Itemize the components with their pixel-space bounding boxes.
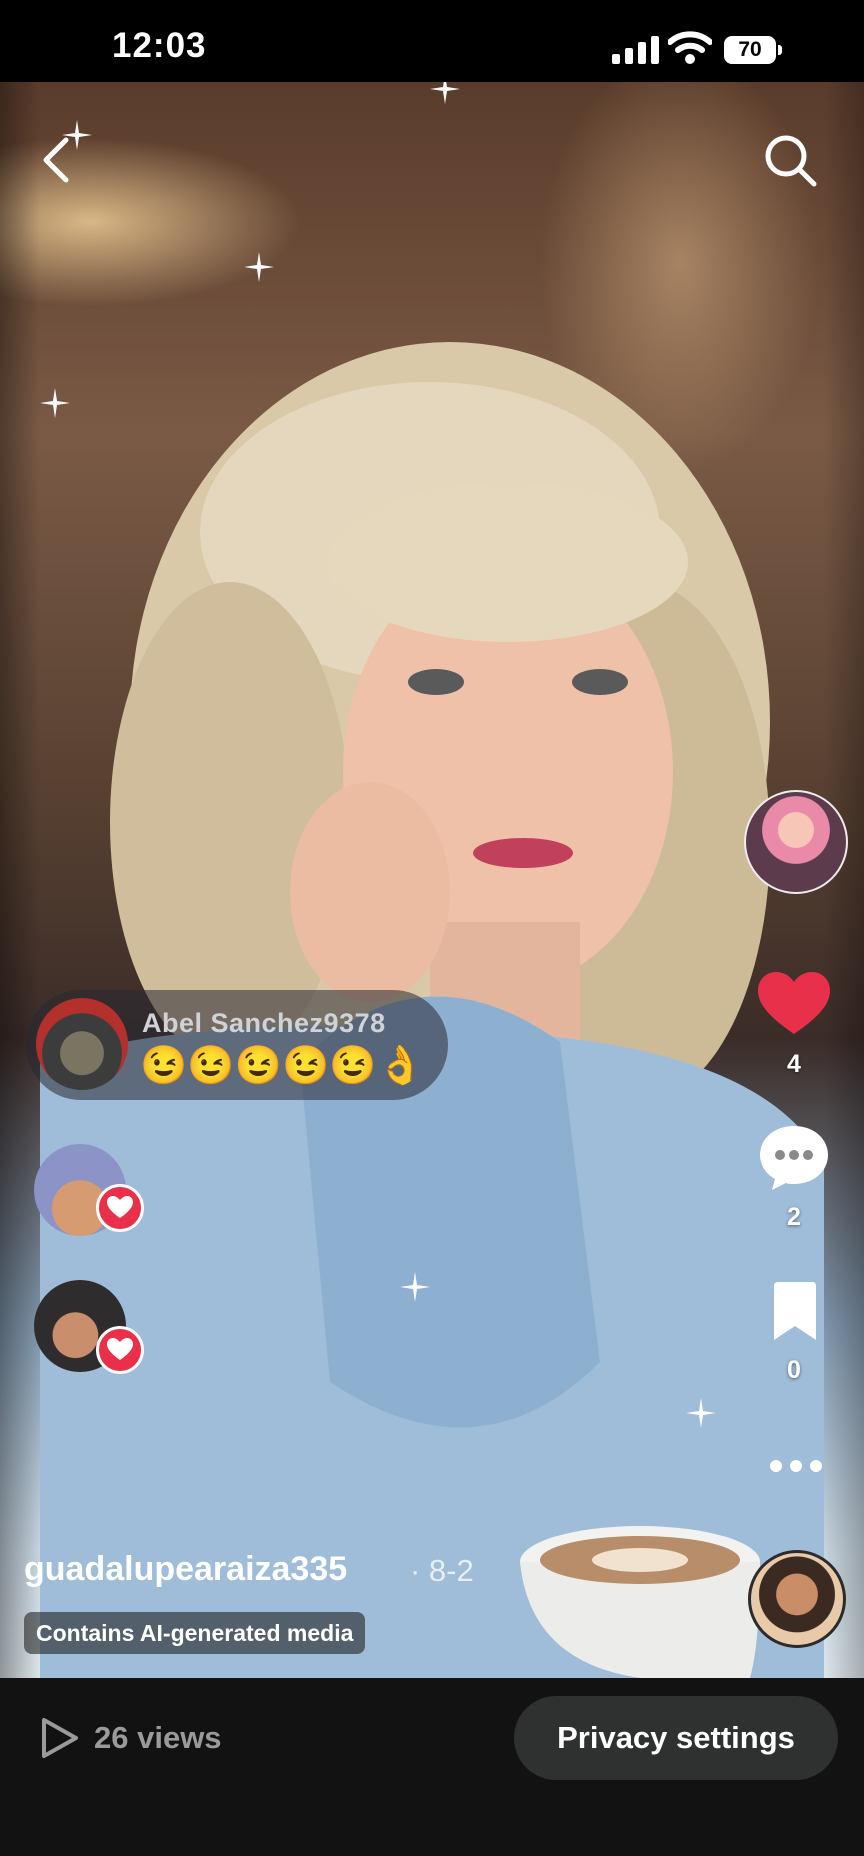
liker-heart-icon	[96, 1326, 144, 1374]
commenter-username: Abel Sanchez9378	[142, 1008, 386, 1038]
video-frame	[40, 342, 824, 1678]
status-time: 12:03	[112, 26, 207, 65]
battery-icon: 70	[724, 36, 784, 66]
sparkle-icon	[430, 82, 460, 104]
music-disc-avatar[interactable]	[748, 1550, 846, 1648]
battery-level: 70	[724, 36, 776, 64]
view-count: 26 views	[94, 1720, 222, 1755]
ai-generated-label[interactable]: Contains AI-generated media	[24, 1612, 366, 1654]
wifi-icon	[668, 31, 712, 64]
bookmark-button[interactable]	[770, 1282, 820, 1342]
bookmark-count: 0	[787, 1356, 801, 1384]
video-player[interactable]	[0, 82, 864, 1678]
signal-icon	[612, 36, 659, 64]
sparkle-icon	[40, 388, 70, 418]
search-button[interactable]	[762, 132, 818, 188]
more-options-icon[interactable]	[768, 1458, 824, 1474]
post-date: · 8-2	[410, 1553, 474, 1588]
privacy-settings-button[interactable]: Privacy settings	[514, 1696, 838, 1780]
commenter-avatar[interactable]	[36, 998, 128, 1090]
post-username[interactable]: guadalupearaiza335	[24, 1550, 347, 1589]
video-edge-left	[0, 82, 40, 1678]
liker-heart-icon	[96, 1184, 144, 1232]
play-icon	[42, 1718, 78, 1758]
status-bar: 12:03 70	[0, 0, 864, 82]
comment-text: 😉😉😉😉😉👌	[140, 1045, 424, 1087]
sparkle-icon	[400, 1272, 430, 1302]
like-count: 4	[787, 1050, 801, 1078]
comment-count: 2	[787, 1203, 801, 1231]
comment-button[interactable]	[758, 1124, 830, 1192]
like-button[interactable]	[758, 972, 830, 1036]
sparkle-icon	[686, 1398, 716, 1428]
battery-cap	[778, 45, 782, 55]
sparkle-icon	[244, 252, 274, 282]
back-button[interactable]	[30, 130, 80, 190]
creator-avatar[interactable]	[744, 790, 848, 894]
